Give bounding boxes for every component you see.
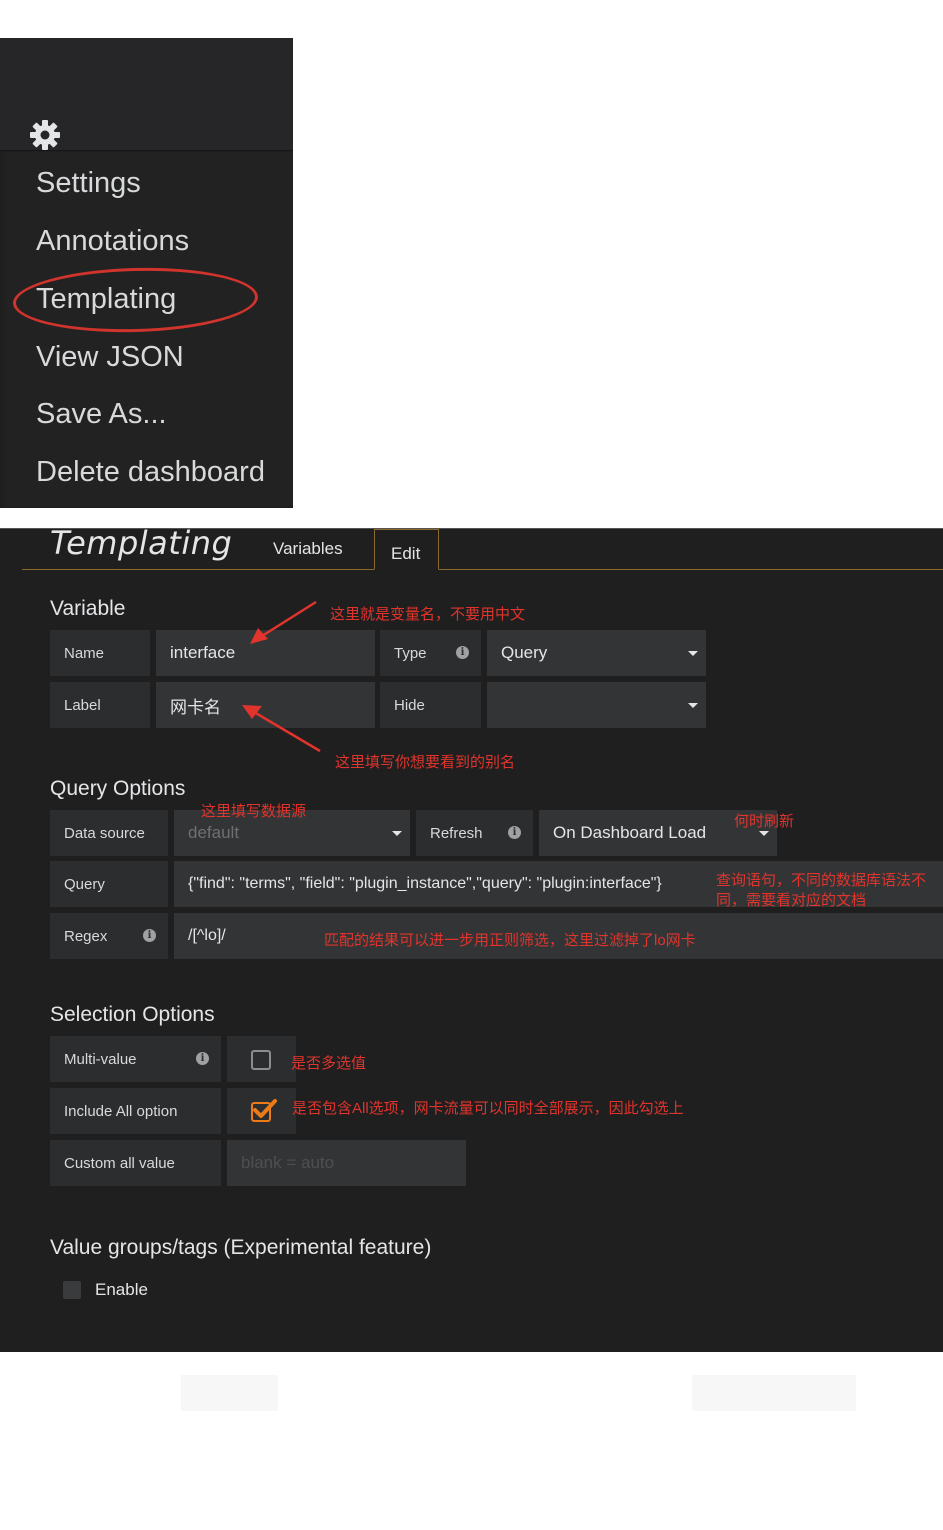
annotation-regex: 匹配的结果可以进一步用正则筛选，这里过滤掉了lo网卡	[324, 932, 696, 949]
annotation-multi-value: 是否多选值	[291, 1055, 367, 1072]
annotation-refresh: 何时刷新	[734, 813, 795, 830]
menu-item-delete-dashboard[interactable]: Delete dashboard	[36, 455, 265, 489]
templating-panel: Templating Variables Edit Variable Name …	[0, 524, 943, 1352]
annotation-query-1: 查询语句，不同的数据库语法不	[716, 872, 927, 889]
annotation-label: 这里填写你想要看到的别名	[335, 754, 516, 771]
annotation-include-all: 是否包含All选项，网卡流量可以同时全部展示，因此勾选上	[292, 1100, 684, 1117]
annotation-datasource: 这里填写数据源	[201, 803, 307, 820]
annotation-name: 这里就是变量名，不要用中文	[330, 606, 526, 623]
menu-item-save-as[interactable]: Save As...	[36, 397, 167, 431]
gear-icon[interactable]	[28, 118, 62, 152]
menu-item-settings[interactable]: Settings	[36, 166, 141, 200]
blank-block	[181, 1375, 278, 1411]
blank-block	[692, 1375, 856, 1411]
menu-item-view-json[interactable]: View JSON	[36, 340, 184, 374]
annotation-query-2: 同，需要看对应的文档	[716, 892, 867, 909]
menu-item-annotations[interactable]: Annotations	[36, 224, 189, 258]
